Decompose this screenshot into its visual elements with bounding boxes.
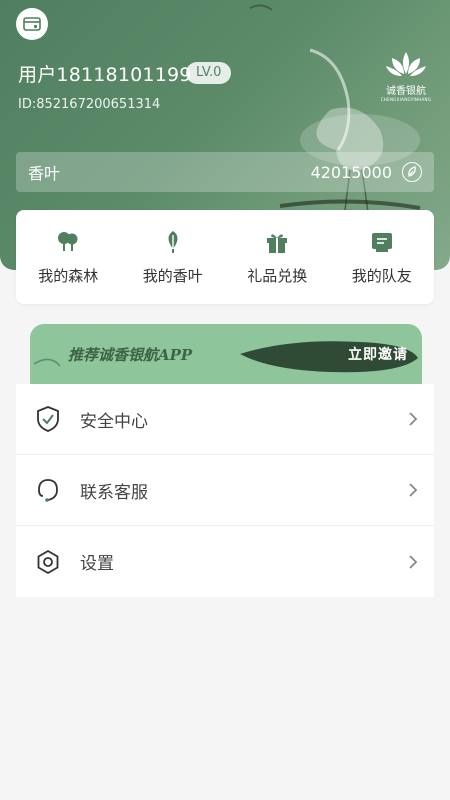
level-badge: LV.0 [186, 62, 232, 84]
user-id: ID:852167200651314 [18, 97, 161, 112]
gift-icon [267, 233, 288, 253]
quick-action-team[interactable]: 我的队友 [333, 229, 431, 286]
quick-action-label: 我的森林 [38, 266, 99, 285]
quick-action-gift[interactable]: 礼品兑换 [228, 229, 326, 286]
brand-name: 诚香银航 [386, 86, 426, 97]
shield-icon [37, 406, 59, 432]
points-label: 香叶 [28, 164, 61, 183]
settings-menu: 安全中心 联系客服 设置 [16, 384, 434, 597]
chevron-right-icon [409, 483, 418, 497]
team-icon [371, 232, 392, 252]
invite-text: 推荐诚香银航APP [68, 346, 193, 364]
headset-icon [38, 479, 58, 502]
leaf-icon [168, 230, 178, 253]
lotus-icon [386, 52, 426, 76]
leaf-icon [402, 162, 422, 182]
quick-action-label: 我的队友 [351, 266, 412, 285]
chevron-right-icon [409, 554, 418, 569]
brand-subtitle: CHENGXIANGYINHANG [380, 97, 432, 102]
menu-item-security[interactable]: 安全中心 [16, 384, 434, 455]
card-icon-button[interactable] [16, 8, 48, 40]
quick-action-label: 我的香叶 [142, 266, 203, 285]
username: 用户18118101199 [18, 64, 192, 86]
menu-item-settings[interactable]: 设置 [16, 526, 434, 597]
points-value: 42015000 [310, 162, 392, 182]
brand-logo: 诚香银航 CHENGXIANGYINHANG [376, 48, 436, 104]
settings-icon [37, 549, 59, 574]
quick-actions: 我的森林 我的香叶 礼品兑换 我的队友 [16, 210, 434, 304]
menu-item-label: 安全中心 [80, 411, 148, 432]
menu-item-label: 设置 [80, 554, 114, 574]
quick-action-label: 礼品兑换 [247, 266, 308, 285]
invite-banner[interactable]: 推荐诚香银航APP 立即邀请 [30, 324, 422, 384]
menu-item-support[interactable]: 联系客服 [16, 455, 434, 526]
quick-action-forest[interactable]: 我的森林 [19, 229, 117, 286]
quick-action-leaf[interactable]: 我的香叶 [124, 229, 222, 286]
forest-icon [58, 231, 78, 251]
invite-button[interactable]: 立即邀请 [348, 344, 408, 364]
menu-item-label: 联系客服 [80, 482, 148, 503]
points-bar[interactable]: 香叶 42015000 [16, 152, 434, 192]
chevron-right-icon [409, 412, 418, 426]
card-icon [23, 17, 41, 31]
